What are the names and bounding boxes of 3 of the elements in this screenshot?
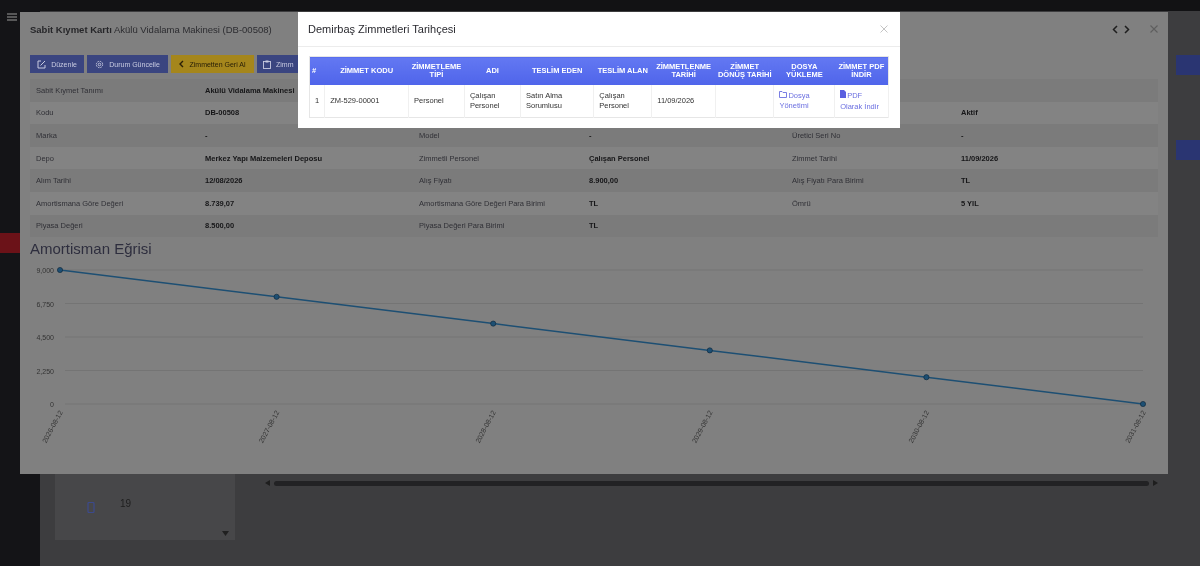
chart-title: Amortisman Eğrisi <box>30 240 153 258</box>
dialog-title: Sabit Kıymet Kartı Akülü Vidalama Makinesi (DB-00508) <box>30 23 272 35</box>
dialog-title: Demirbaş Zimmetleri Tarihçesi <box>308 23 456 35</box>
